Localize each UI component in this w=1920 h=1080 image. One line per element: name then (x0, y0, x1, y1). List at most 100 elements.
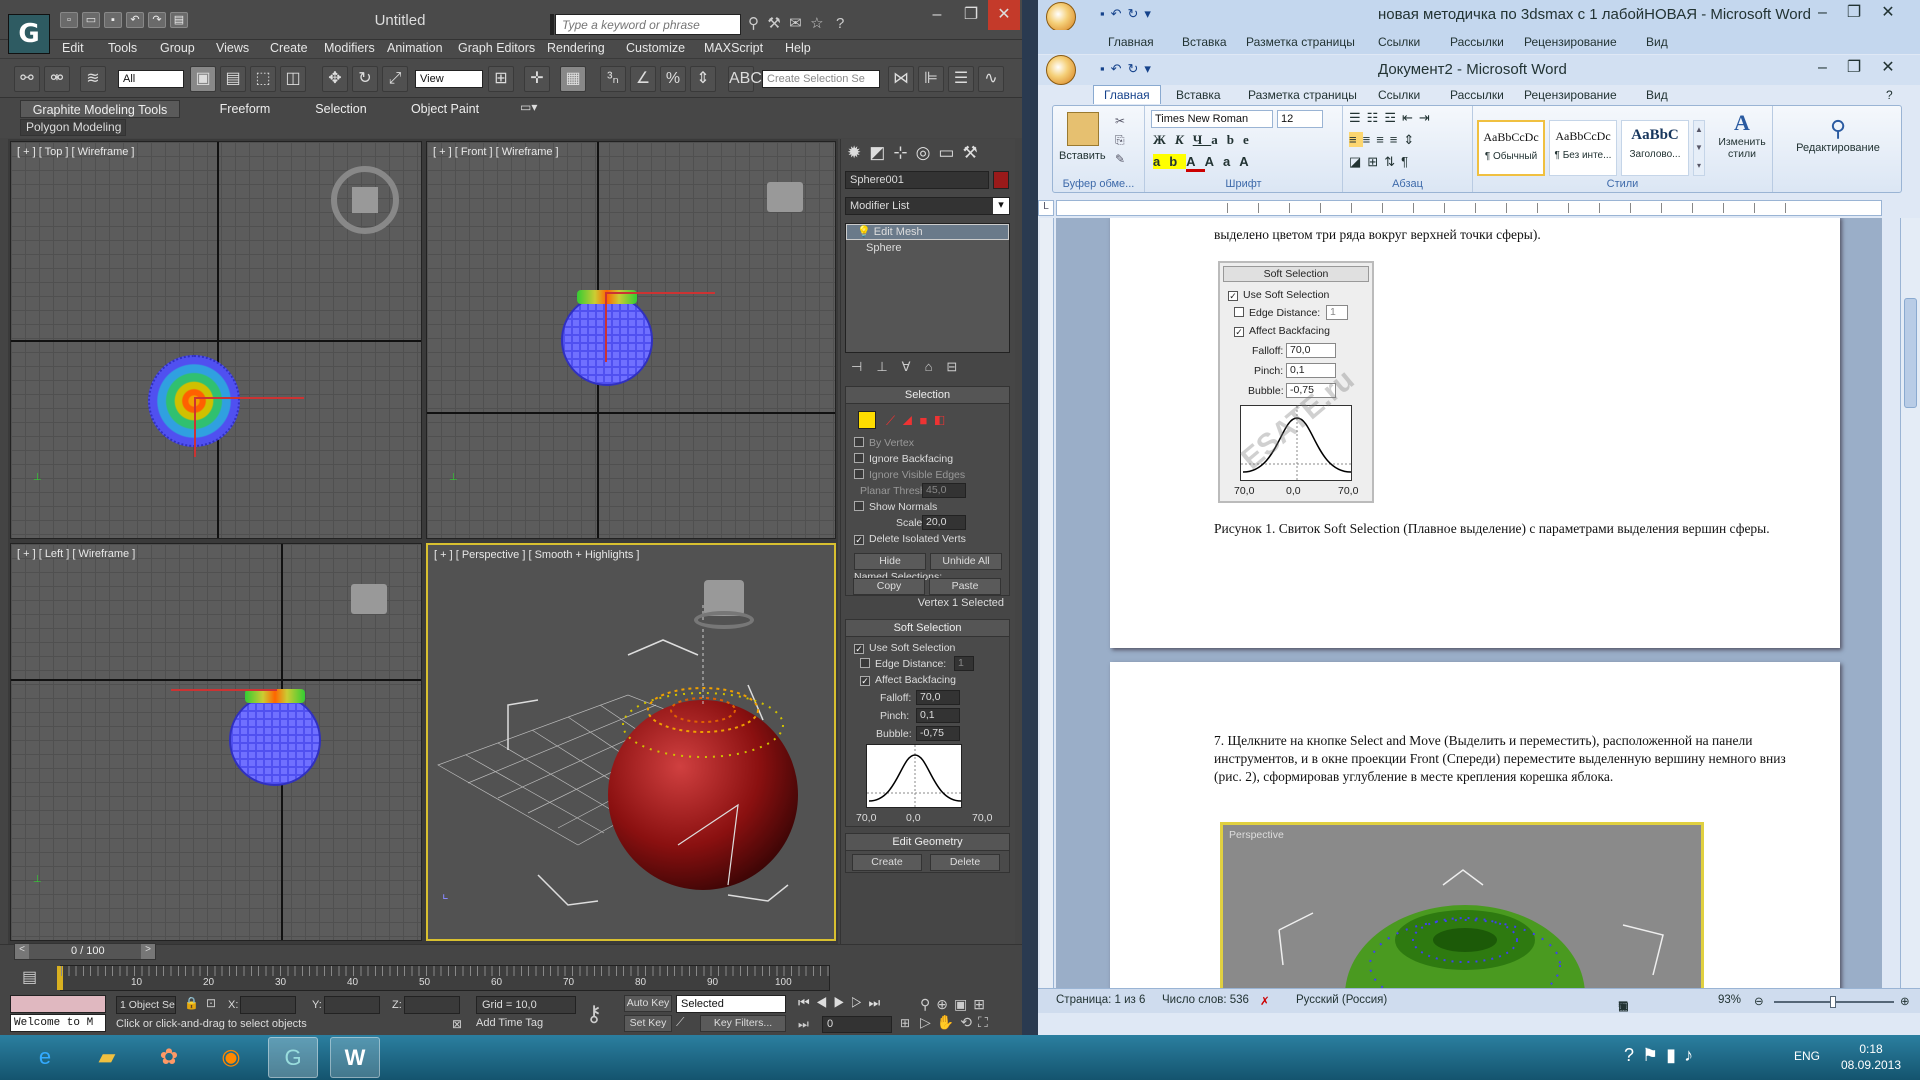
increase-indent-icon[interactable]: ⇥ (1419, 110, 1436, 125)
field-of-view-icon[interactable]: ▷ (920, 1014, 937, 1030)
menu-create[interactable]: Create (270, 41, 308, 55)
select-manipulate-icon[interactable]: ✛ (524, 66, 550, 92)
file-explorer-icon[interactable]: ▰ (82, 1037, 132, 1078)
draft-icon[interactable]: ≡ (1618, 999, 1631, 1011)
viewcube-top-icon[interactable] (331, 166, 399, 234)
display-tab-icon[interactable]: ▭ (938, 143, 962, 162)
back-tab-references[interactable]: Ссылки (1378, 35, 1420, 49)
paint-app-icon[interactable]: ✿ (144, 1037, 194, 1078)
time-config-icon[interactable]: ⊞ (900, 1016, 910, 1030)
paste-button[interactable]: Вставить (1059, 150, 1106, 162)
new-file-icon[interactable]: ▫ (60, 12, 78, 28)
spinner-snap-icon[interactable]: ⇕ (690, 66, 716, 92)
edge-distance-checkbox[interactable]: Edge Distance: (860, 658, 946, 670)
ribbon-options-icon[interactable]: ▭▾ (520, 100, 537, 114)
viewport-perspective[interactable]: [ + ] [ Perspective ] [ Smooth + Highlig… (426, 543, 836, 941)
delete-button[interactable]: Delete (930, 854, 1000, 871)
change-styles-button[interactable]: A Изменить стили (1713, 110, 1771, 160)
vertical-scrollbar[interactable] (1900, 218, 1920, 988)
play-icon[interactable]: ▶ (833, 995, 851, 1010)
zoom-extents-icon[interactable]: ▣ (954, 996, 973, 1012)
configure-sets-icon[interactable]: ⊟ (946, 359, 971, 374)
named-selection-sets-dropdown[interactable]: Create Selection Se (762, 70, 880, 88)
close-icon[interactable]: ✕ (1881, 4, 1914, 21)
show-normals-checkbox[interactable]: Show Normals (854, 501, 937, 513)
falloff-spinner[interactable]: 70,0 (916, 690, 960, 705)
unhide-all-button[interactable]: Unhide All (930, 553, 1002, 570)
pivot-center-icon[interactable]: ⊞ (488, 66, 514, 92)
prev-frame-icon[interactable]: ◀ (816, 995, 834, 1010)
strikethrough-icon[interactable]: abe (1211, 132, 1258, 147)
pinch-spinner[interactable]: 0,1 (916, 708, 960, 723)
tab-selector-icon[interactable]: L (1038, 200, 1054, 216)
select-and-scale-icon[interactable]: ⤢ (382, 66, 408, 92)
angle-snap-icon[interactable]: ∠ (630, 66, 656, 92)
time-prev-icon[interactable]: < (15, 944, 29, 959)
bubble-spinner[interactable]: -0,75 (916, 726, 960, 741)
cut-icon[interactable]: ✂ (1115, 114, 1125, 128)
zoom-in-icon[interactable]: ⊕ (1900, 994, 1910, 1008)
save-icon[interactable]: ▪ (1100, 6, 1111, 21)
face-subobject-icon[interactable]: ◢ (902, 413, 919, 428)
line-spacing-icon[interactable]: ⇕ (1403, 132, 1420, 147)
style-normal[interactable]: AaBbCcDc ¶ Обычный (1477, 120, 1545, 176)
zoom-extents-all-icon[interactable]: ⊞ (973, 996, 991, 1012)
undo-icon[interactable]: ↶ (1111, 61, 1128, 76)
ignore-visible-edges-checkbox[interactable]: Ignore Visible Edges (854, 469, 965, 481)
volume-tray-icon[interactable]: ♪ (1684, 1045, 1701, 1065)
set-key-button[interactable]: Set Key (624, 1015, 672, 1032)
create-tab-icon[interactable]: ✹ (847, 143, 869, 162)
firefox-icon[interactable]: ◉ (206, 1037, 256, 1078)
by-vertex-checkbox[interactable]: By Vertex (854, 437, 914, 449)
viewport-front-label[interactable]: [ + ] [ Front ] [ Wireframe ] (433, 146, 559, 158)
styles-scroll[interactable]: ▲ ▼ ▾ (1693, 120, 1705, 176)
x-coordinate-field[interactable] (240, 996, 296, 1014)
multilevel-icon[interactable]: ☲ (1384, 110, 1402, 125)
menu-edit[interactable]: Edit (62, 41, 84, 55)
tab-object-paint[interactable]: Object Paint (400, 100, 490, 118)
key-filters-button[interactable]: Key Filters... (700, 1015, 786, 1032)
max-close-button[interactable]: ✕ (988, 0, 1020, 30)
stack-item-edit-mesh[interactable]: 💡 Edit Mesh (846, 224, 1009, 240)
orbit-icon[interactable]: ⟲ (960, 1014, 978, 1030)
binoculars-icon[interactable]: ⚲ (748, 15, 759, 32)
motion-tab-icon[interactable]: ◎ (916, 143, 939, 162)
viewport-left[interactable]: [ + ] [ Left ] [ Wireframe ] ⊥ (10, 543, 422, 941)
back-tab-insert[interactable]: Вставка (1182, 35, 1227, 49)
zoom-out-icon[interactable]: ⊖ (1754, 994, 1764, 1008)
highlight-icon[interactable]: ab (1153, 154, 1187, 169)
menu-group[interactable]: Group (160, 41, 195, 55)
help-icon[interactable]: ? (1886, 88, 1893, 102)
set-key-mode-icon[interactable]: ⚷ (586, 1001, 602, 1027)
lightbulb-icon[interactable]: 💡 (857, 226, 871, 238)
tab-layout[interactable]: Разметка страницы (1248, 88, 1357, 102)
sphere-left-view[interactable] (229, 694, 321, 786)
keyboard-shortcut-override-icon[interactable]: ▦ (560, 66, 586, 92)
pan-icon[interactable]: ✋ (937, 1014, 960, 1030)
edge-subobject-icon[interactable]: ⟋ (886, 413, 902, 428)
edit-named-selection-icon[interactable]: ABC (728, 66, 762, 92)
curve-editor-icon[interactable]: ∿ (978, 66, 1004, 92)
menu-customize[interactable]: Customize (626, 41, 685, 55)
shading-icon[interactable]: ◪ (1349, 154, 1367, 169)
justify-icon[interactable]: ≡ (1390, 132, 1404, 147)
mini-curve-editor-icon[interactable]: ▤ (22, 967, 37, 987)
office-button-icon[interactable] (1046, 2, 1076, 32)
percent-snap-icon[interactable]: % (660, 66, 686, 92)
ignore-backfacing-checkbox[interactable]: Ignore Backfacing (854, 453, 953, 465)
element-subobject-icon[interactable]: ◧ (934, 413, 951, 428)
modifier-list-dropdown[interactable]: Modifier List ▾ (845, 197, 1010, 215)
track-bar[interactable]: 10 20 30 40 50 60 70 80 90 100 (57, 965, 831, 991)
polygon-modeling-panel[interactable]: Polygon Modeling (20, 119, 126, 136)
selection-filter-dropdown[interactable]: All (118, 70, 184, 88)
scale-spinner[interactable]: 20,0 (922, 515, 966, 530)
paste-button[interactable]: Paste (929, 578, 1001, 595)
viewcube-left-icon[interactable] (351, 584, 387, 614)
viewport-top[interactable]: [ + ] [ Top ] [ Wireframe ] ⊥ (10, 141, 422, 539)
viewcube-front-icon[interactable] (767, 182, 803, 212)
delete-isolated-verts-checkbox[interactable]: ✓ Delete Isolated Verts (854, 533, 966, 545)
key-tangent-icon[interactable]: ⟋ (676, 1015, 684, 1030)
goto-start-icon[interactable]: ⏮ (798, 995, 816, 1010)
max-app-logo-icon[interactable]: G (8, 14, 50, 54)
zoom-all-icon[interactable]: ⊕ (936, 996, 954, 1012)
